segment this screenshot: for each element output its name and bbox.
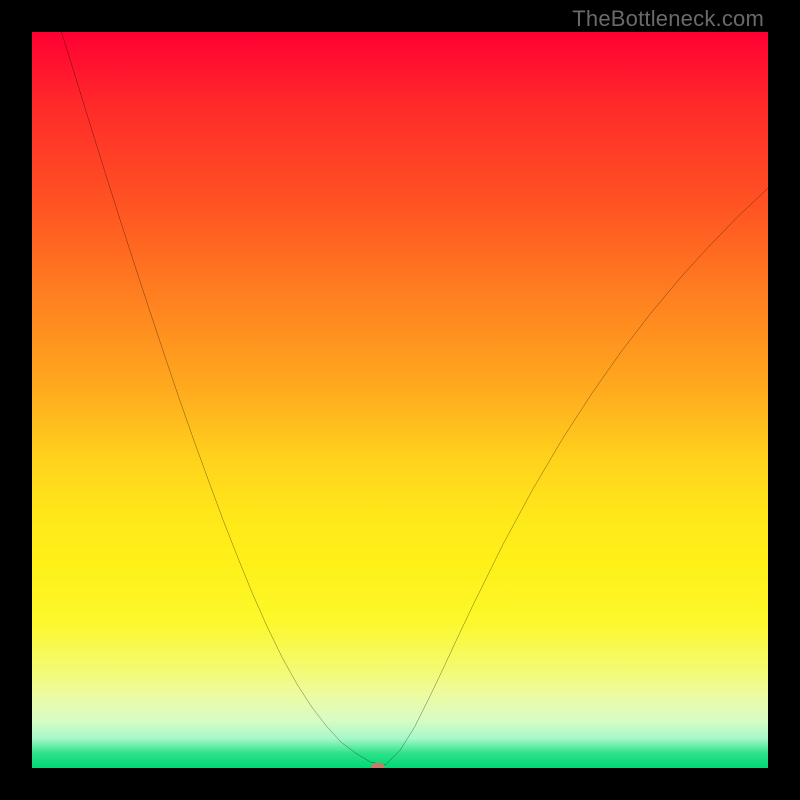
plot-area bbox=[32, 32, 768, 768]
bottleneck-curve bbox=[61, 32, 768, 765]
chart-frame: TheBottleneck.com bbox=[0, 0, 800, 800]
optimum-marker bbox=[371, 763, 385, 768]
watermark-text: TheBottleneck.com bbox=[572, 6, 764, 32]
curve-svg bbox=[32, 32, 768, 768]
